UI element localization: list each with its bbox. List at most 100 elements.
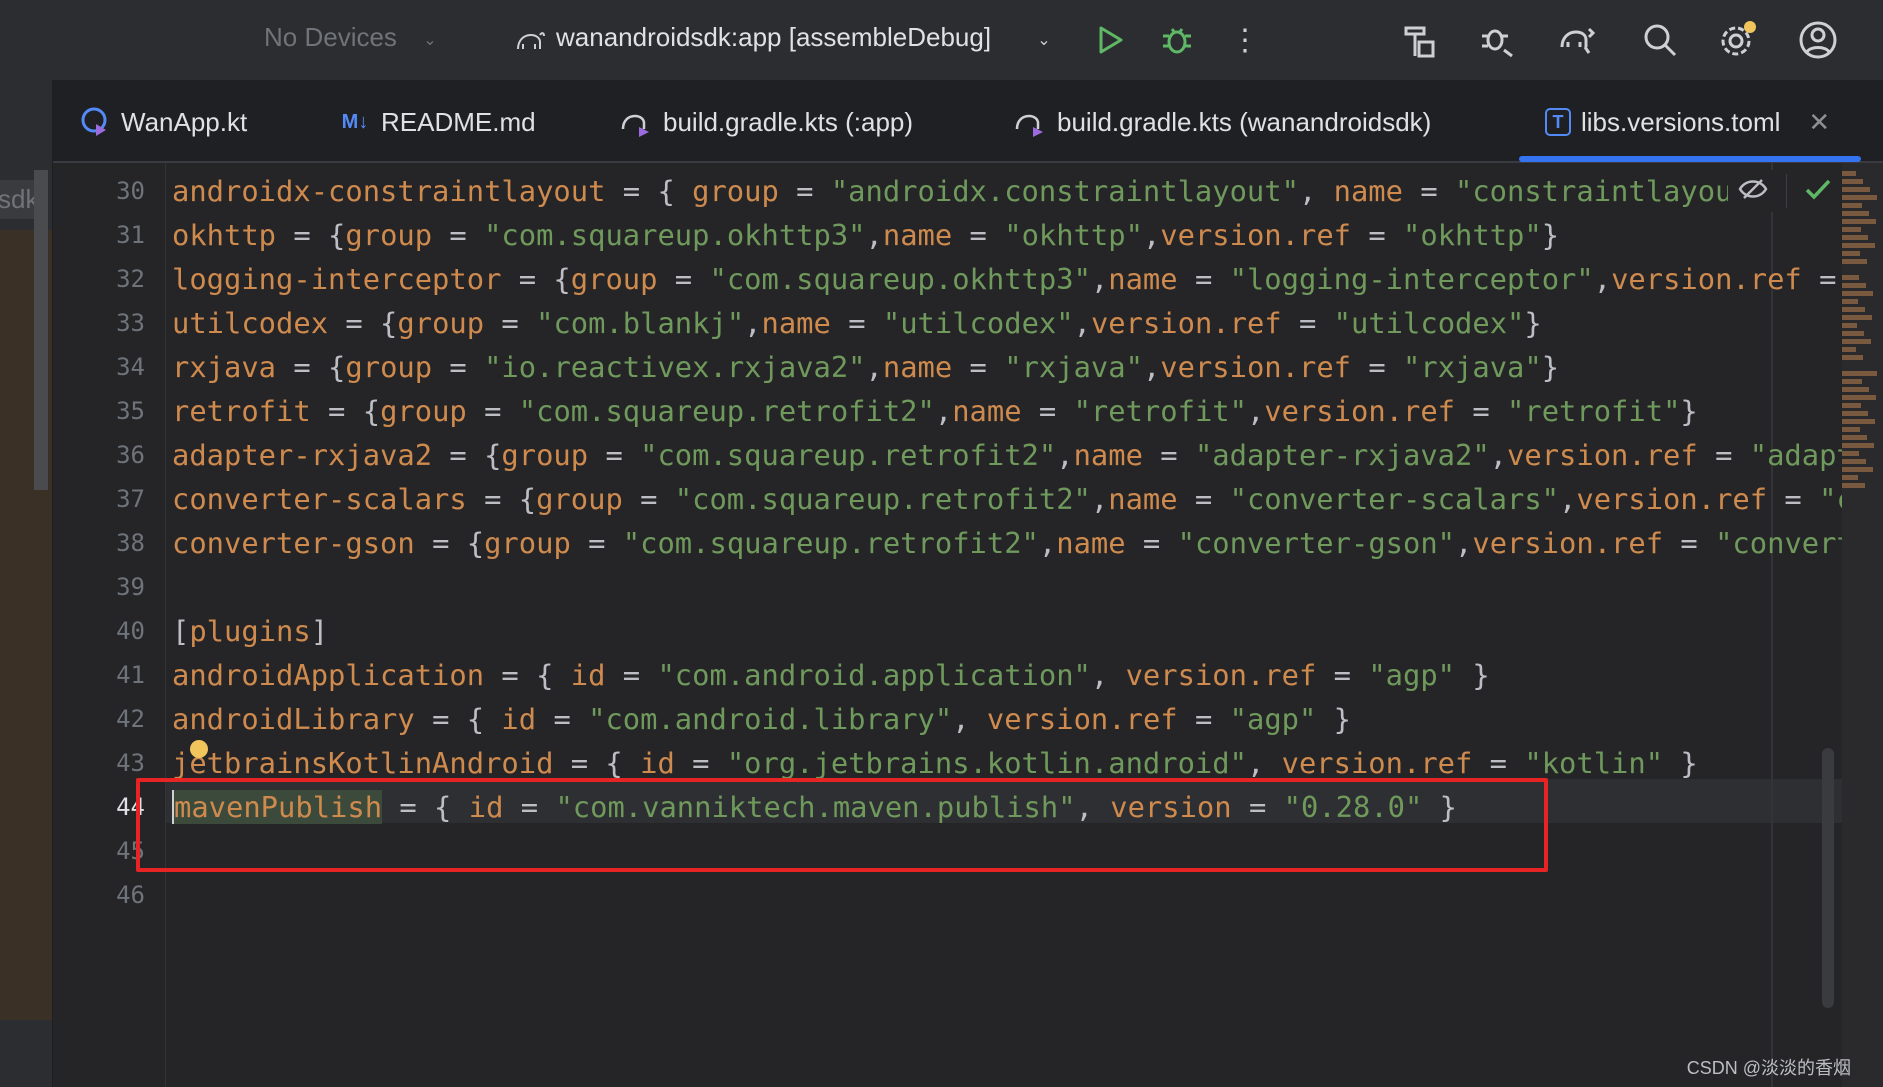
minimap-line [1842,483,1865,488]
string-token: "androidx.constraintlayout" [830,174,1299,208]
line-number: 37 [116,485,145,513]
device-selector[interactable]: No Devices [264,22,397,53]
code-line[interactable]: androidx-constraintlayout = { group = "a… [172,169,1842,213]
punctuation-token: , [1593,262,1612,296]
key-token: name [1073,438,1143,472]
gradle-elephant-icon [508,18,552,62]
code-line[interactable]: androidApplication = { id = "com.android… [172,653,1490,697]
code-line[interactable]: rxjava = {group = "io.reactivex.rxjava2"… [172,345,1559,389]
account-icon[interactable] [1796,18,1840,62]
more-icon[interactable]: ⋮ [1223,18,1267,62]
search-icon[interactable] [1638,18,1682,62]
line-number: 46 [116,881,145,909]
code-line[interactable]: [plugins] [172,609,328,653]
debug-icon[interactable] [1155,18,1199,62]
punctuation-token: = { [432,438,502,472]
minimap-line [1842,331,1864,336]
build-icon[interactable] [1398,18,1442,62]
code-line[interactable]: utilcodex = {group = "com.blankj",name =… [172,301,1542,345]
attach-debugger-icon[interactable] [1476,18,1520,62]
punctuation-token: = [1125,526,1178,560]
tab-libs-versions-toml[interactable]: T libs.versions.toml ✕ [1545,102,1830,142]
punctuation-token: = [952,350,1005,384]
key-token: androidx-constraintlayout [172,174,606,208]
key-token: group [380,394,467,428]
lightbulb-icon[interactable] [190,740,208,758]
code-line[interactable]: adapter-rxjava2 = {group = "com.squareup… [172,433,1842,477]
minimap-line [1842,299,1858,304]
inspection-widget [1728,170,1842,212]
editor-scrollbar[interactable] [1822,748,1834,1008]
key-token: version.ref [1611,262,1802,296]
minimap-line [1842,347,1856,352]
minimap-line [1842,187,1870,192]
tab-readme-md[interactable]: M↓ README.md [339,102,536,142]
string-token: "okhttp" [1004,218,1143,252]
key-token: name [1333,174,1403,208]
minimap-line [1842,179,1863,184]
tab-wanapp-kt[interactable]: WanApp.kt [79,102,247,142]
tab-build-gradle-root[interactable]: build.gradle.kts (wanandroidsdk) [1015,102,1431,142]
code-line[interactable]: converter-gson = {group = "com.squareup.… [172,521,1842,565]
run-configuration-selector[interactable]: wanandroidsdk:app [assembleDebug] [556,22,991,53]
tab-build-gradle-app[interactable]: build.gradle.kts (:app) [621,102,913,142]
string-token: "org.jetbrains.kotlin.android" [726,746,1247,780]
line-number: 35 [116,397,145,425]
code-line[interactable]: retrofit = {group = "com.squareup.retrof… [172,389,1698,433]
line-number: 38 [116,529,145,557]
punctuation-token: = [657,262,710,296]
string-token: "converter-gson" [1715,526,1842,560]
tab-label: libs.versions.toml [1581,106,1781,137]
settings-icon[interactable] [1716,18,1760,62]
punctuation-token: = [536,702,589,736]
key-token: version.ref [1090,306,1282,340]
no-problems-check-icon[interactable] [1805,178,1831,205]
gradle-icon [621,106,653,138]
chevron-down-icon[interactable]: ⌄ [1022,18,1066,62]
code-line[interactable]: okhttp = {group = "com.squareup.okhttp3"… [172,213,1559,257]
punctuation-token: = { [310,394,381,428]
string-token: "com.squareup.retrofit2" [518,394,935,428]
minimap-line [1842,379,1862,384]
minimap-line [1842,211,1869,216]
punctuation-token: , [1298,174,1334,208]
string-token: "com.android.library" [588,702,953,736]
project-scrollbar[interactable] [34,170,48,490]
close-tab-icon[interactable]: ✕ [1808,107,1830,138]
minimap-line [1842,427,1860,432]
minimap-line [1842,467,1873,472]
code-editor[interactable]: androidx-constraintlayout = { group = "a… [166,163,1842,1087]
string-token: "com.squareup.okhttp3" [484,218,866,252]
gradle-sync-icon[interactable] [1556,18,1600,62]
minimap-line [1842,195,1877,200]
code-line[interactable]: logging-interceptor = {group = "com.squa… [172,257,1842,301]
kotlin-file-icon [79,106,111,138]
key-token: androidApplication [172,658,485,692]
minimap-line [1842,251,1860,256]
minimap-line [1842,171,1856,176]
punctuation-token: = [1142,438,1195,472]
punctuation-token: = [830,306,883,340]
punctuation-token: , [1142,218,1161,252]
minimap-line [1842,235,1868,240]
minimap-line [1842,459,1866,464]
line-number: 36 [116,441,145,469]
hide-eye-icon[interactable] [1738,178,1768,205]
key-token: name [1108,482,1178,516]
punctuation-token: , [1073,306,1091,340]
punctuation-token: = { [501,262,571,296]
punctuation-token: = { [605,174,693,208]
key-token: group [501,438,589,472]
punctuation-token: = { [484,658,571,692]
punctuation-token: } [1541,350,1560,384]
key-token: utilcodex [172,306,329,340]
code-line[interactable]: androidLibrary = { id = "com.android.lib… [172,697,1351,741]
minimap-line [1842,475,1858,480]
run-icon[interactable] [1088,18,1132,62]
minimap[interactable] [1842,163,1883,1087]
punctuation-token: = [1455,394,1508,428]
punctuation-token: = [1351,218,1404,252]
chevron-down-icon[interactable]: ⌄ [408,18,452,62]
punctuation-token: } [1316,702,1352,736]
code-line[interactable]: converter-scalars = {group = "com.square… [172,477,1842,521]
